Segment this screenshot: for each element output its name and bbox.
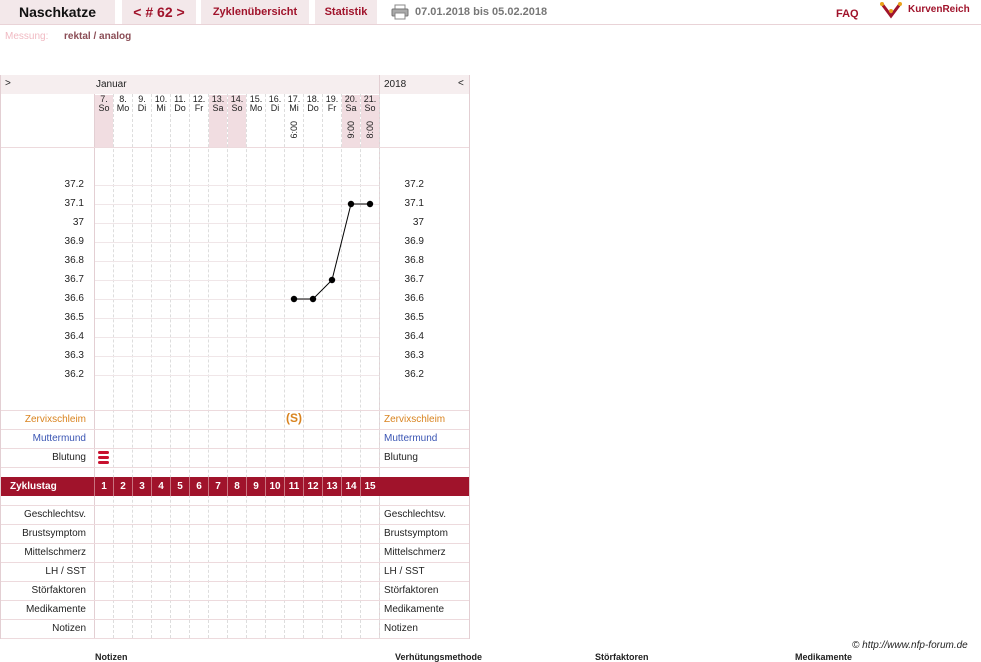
row-label-right: Störfaktoren bbox=[384, 585, 439, 596]
zyklustag-cell: 6 bbox=[189, 477, 208, 496]
row-divider bbox=[1, 562, 469, 563]
temperature-line bbox=[294, 203, 370, 300]
zyklustag-cell: 8 bbox=[227, 477, 246, 496]
row-label-zervix: Zervixschleim bbox=[24, 414, 86, 425]
bottom-label-stoerfaktoren: Störfaktoren bbox=[595, 652, 649, 662]
faq-link[interactable]: FAQ bbox=[836, 8, 859, 20]
row-label: Geschlechtsv. bbox=[23, 509, 86, 520]
zyklustag-cell: 5 bbox=[170, 477, 189, 496]
zyklustag-cell: 13 bbox=[322, 477, 341, 496]
row-label: Störfaktoren bbox=[31, 585, 86, 596]
temperature-curve bbox=[290, 200, 374, 303]
temperature-point[interactable] bbox=[309, 295, 317, 303]
bottom-label-medikamente: Medikamente bbox=[795, 652, 853, 662]
row-label-blutung: Blutung bbox=[52, 452, 86, 463]
row-divider bbox=[1, 600, 469, 601]
zyklustag-cell: 3 bbox=[132, 477, 151, 496]
row-label: LH / SST bbox=[45, 566, 86, 577]
bleeding-icon[interactable] bbox=[98, 451, 110, 469]
row-label-right: Notizen bbox=[384, 623, 418, 634]
row-divider bbox=[1, 619, 469, 620]
zyklustag-cell: 11 bbox=[284, 477, 303, 496]
copyright[interactable]: © http://www.nfp-forum.de bbox=[852, 640, 968, 651]
zyklustag-cell: 10 bbox=[265, 477, 284, 496]
row-label-muttermund-right: Muttermund bbox=[384, 433, 438, 444]
zyklustag-cell: 14 bbox=[341, 477, 360, 496]
row-label: Notizen bbox=[52, 623, 86, 634]
row-label: Medikamente bbox=[25, 604, 86, 615]
row-label-right: Medikamente bbox=[384, 604, 445, 615]
zyklustag-cell: 7 bbox=[208, 477, 227, 496]
brand-name[interactable]: KurvenReich bbox=[908, 4, 970, 15]
row-label-right: Brustsymptom bbox=[384, 528, 448, 539]
row-label-right: Geschlechtsv. bbox=[384, 509, 447, 520]
zyklustag-cell: 12 bbox=[303, 477, 322, 496]
bottom-label-notizen: Notizen bbox=[95, 652, 128, 662]
zyklustag-cell: 15 bbox=[360, 477, 379, 496]
row-label-right: LH / SST bbox=[384, 566, 425, 577]
zyklustag-label: Zyklustag bbox=[10, 481, 57, 492]
row-label: Brustsymptom bbox=[22, 528, 86, 539]
row-label-right: Mittelschmerz bbox=[384, 547, 446, 558]
temperature-point[interactable] bbox=[328, 276, 336, 284]
row-label-blutung-right: Blutung bbox=[384, 452, 418, 463]
row-divider bbox=[1, 524, 469, 525]
temperature-point[interactable] bbox=[347, 200, 355, 208]
row-divider bbox=[1, 581, 469, 582]
bottom-label-verhuetung: Verhütungsmethode bbox=[395, 652, 483, 662]
row-divider bbox=[1, 638, 469, 639]
zervix-symbol[interactable]: (S) bbox=[286, 411, 302, 425]
row-label: Mittelschmerz bbox=[24, 547, 86, 558]
temperature-point[interactable] bbox=[290, 295, 298, 303]
zyklustag-cell: 9 bbox=[246, 477, 265, 496]
zyklustag-cell: 1 bbox=[94, 477, 113, 496]
zervix-symbol-value: S bbox=[290, 411, 299, 425]
zyklustag-cell: 4 bbox=[151, 477, 170, 496]
temperature-point[interactable] bbox=[366, 200, 374, 208]
row-label-zervix-right: Zervixschleim bbox=[384, 414, 446, 425]
row-divider bbox=[1, 543, 469, 544]
logo-icon[interactable] bbox=[880, 1, 902, 24]
row-label-muttermund: Muttermund bbox=[32, 433, 86, 444]
zyklustag-cell: 2 bbox=[113, 477, 132, 496]
